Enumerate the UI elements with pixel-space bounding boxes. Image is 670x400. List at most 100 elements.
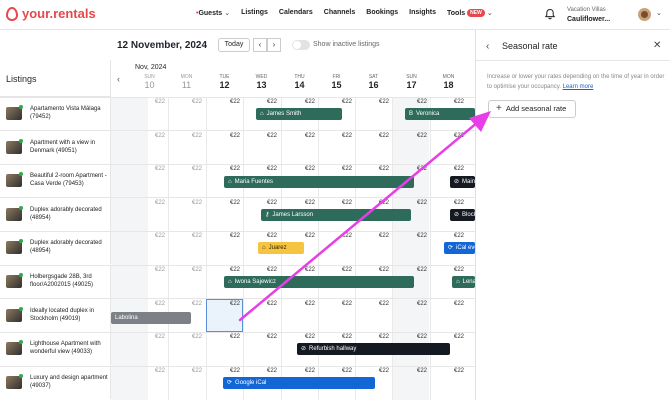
nightly-price[interactable]: €22 (206, 166, 240, 172)
listing-row[interactable]: Ideally located duplex in Stockholm (490… (0, 299, 111, 332)
nightly-price[interactable]: €22 (281, 233, 315, 239)
nightly-price[interactable]: €22 (243, 368, 277, 374)
prev-button[interactable]: ‹ (253, 38, 267, 52)
booking-bar[interactable]: ⊘Block (450, 209, 475, 221)
nightly-price[interactable]: €22 (131, 166, 165, 172)
nightly-price[interactable]: €22 (131, 200, 165, 206)
nightly-price[interactable]: €22 (168, 267, 202, 273)
booking-bar[interactable]: ⌂ Maria Fuentes (224, 176, 414, 188)
nightly-price[interactable]: €22 (206, 267, 240, 273)
next-button[interactable]: › (267, 38, 281, 52)
nightly-price[interactable]: €22 (318, 334, 352, 340)
nightly-price[interactable]: €22 (393, 200, 427, 206)
booking-bar[interactable]: ⌂ James Smith (256, 108, 342, 120)
nightly-price[interactable]: €22 (206, 301, 240, 307)
nightly-price[interactable]: €22 (355, 166, 389, 172)
nightly-price[interactable]: €22 (355, 301, 389, 307)
nightly-price[interactable]: €22 (131, 334, 165, 340)
nightly-price[interactable]: €22 (393, 166, 427, 172)
nightly-price[interactable]: €22 (430, 301, 464, 307)
nightly-price[interactable]: €22 (168, 166, 202, 172)
nightly-price[interactable]: €22 (393, 233, 427, 239)
booking-bar[interactable]: ⊘Maint (450, 176, 475, 188)
nightly-price[interactable]: €22 (243, 334, 277, 340)
nightly-price[interactable]: €22 (318, 233, 352, 239)
nightly-price[interactable]: €22 (281, 267, 315, 273)
nav-channels[interactable]: Channels (324, 9, 356, 17)
nightly-price[interactable]: €22 (131, 133, 165, 139)
nightly-price[interactable]: €22 (206, 200, 240, 206)
nightly-price[interactable]: €22 (281, 301, 315, 307)
nightly-price[interactable]: €22 (281, 166, 315, 172)
chevron-down-icon[interactable]: ⌄ (656, 9, 662, 17)
nightly-price[interactable]: €22 (393, 334, 427, 340)
nightly-price[interactable]: €22 (430, 166, 464, 172)
chevron-left-icon[interactable]: ‹ (117, 74, 120, 84)
booking-bar[interactable]: ⊘ Refurbish hallway (297, 343, 450, 355)
nightly-price[interactable]: €22 (318, 200, 352, 206)
avatar[interactable] (638, 8, 651, 21)
nightly-price[interactable]: €22 (168, 200, 202, 206)
nightly-price[interactable]: €22 (206, 133, 240, 139)
nightly-price[interactable]: €22 (355, 267, 389, 273)
nightly-price[interactable]: €22 (206, 233, 240, 239)
nightly-price[interactable]: €22 (281, 200, 315, 206)
listing-row[interactable]: Apartamento Vista Málaga (79452) (0, 97, 111, 130)
nightly-price[interactable]: €22 (281, 133, 315, 139)
user-menu[interactable]: Vacation Villas Cauliflower... (567, 5, 610, 25)
nightly-price[interactable]: €22 (243, 301, 277, 307)
nightly-price[interactable]: €22 (131, 233, 165, 239)
nightly-price[interactable]: €22 (131, 368, 165, 374)
nightly-price[interactable]: €22 (168, 368, 202, 374)
nightly-price[interactable]: €22 (393, 301, 427, 307)
nightly-price[interactable]: €22 (393, 368, 427, 374)
nightly-price[interactable]: €22 (355, 200, 389, 206)
nightly-price[interactable]: €22 (131, 99, 165, 105)
nightly-price[interactable]: €22 (243, 200, 277, 206)
listing-row[interactable]: Lighthouse Apartment with wonderful view… (0, 332, 111, 365)
nightly-price[interactable]: €22 (430, 334, 464, 340)
nightly-price[interactable]: €22 (318, 166, 352, 172)
listing-row[interactable]: Luxury and design apartment (49037) (0, 366, 111, 399)
booking-bar[interactable]: ⟳ Google iCal (223, 377, 375, 389)
booking-bar[interactable]: ⌂ Juarez (258, 242, 304, 254)
nightly-price[interactable]: €22 (168, 99, 202, 105)
nightly-price[interactable]: €22 (430, 368, 464, 374)
nightly-price[interactable]: €22 (243, 233, 277, 239)
nightly-price[interactable]: €22 (355, 368, 389, 374)
nightly-price[interactable]: €22 (281, 368, 315, 374)
today-button[interactable]: Today (218, 38, 250, 52)
nightly-price[interactable]: €22 (355, 99, 389, 105)
nightly-price[interactable]: €22 (281, 334, 315, 340)
brand-logo[interactable]: your.rentals (6, 6, 96, 21)
nav-calendars[interactable]: Calendars (279, 9, 313, 17)
listing-row[interactable]: Beautiful 2-room Apartment - Casa Verde … (0, 164, 111, 197)
nightly-price[interactable]: €22 (430, 267, 464, 273)
nightly-price[interactable]: €22 (393, 99, 427, 105)
nightly-price[interactable]: €22 (318, 267, 352, 273)
learn-more-link[interactable]: Learn more (563, 84, 594, 90)
nightly-price[interactable]: €22 (355, 334, 389, 340)
nav-tools[interactable]: Tools NEW ⌄ (447, 9, 493, 17)
nightly-price[interactable]: €22 (281, 99, 315, 105)
bell-icon[interactable] (544, 8, 556, 20)
show-inactive-toggle[interactable] (292, 40, 310, 50)
nightly-price[interactable]: €22 (206, 99, 240, 105)
nightly-price[interactable]: €22 (430, 99, 464, 105)
nightly-price[interactable]: €22 (318, 133, 352, 139)
booking-bar[interactable]: Labolina (111, 312, 191, 324)
chevron-down-icon[interactable]: ⌄ (200, 40, 207, 49)
nightly-price[interactable]: €22 (318, 301, 352, 307)
nightly-price[interactable]: €22 (131, 301, 165, 307)
booking-bar[interactable]: ⌂ Iwona Sajewicz (224, 276, 414, 288)
nightly-price[interactable]: €22 (355, 133, 389, 139)
nightly-price[interactable]: €22 (318, 99, 352, 105)
add-seasonal-rate-button[interactable]: + Add seasonal rate (488, 100, 576, 118)
nightly-price[interactable]: €22 (430, 200, 464, 206)
nightly-price[interactable]: €22 (168, 334, 202, 340)
nav-insights[interactable]: Insights (409, 9, 436, 17)
booking-bar[interactable]: ⚷ James Larsson (261, 209, 411, 221)
listing-row[interactable]: Duplex adorably decorated (48954) (0, 198, 111, 231)
nav-guests[interactable]: • Guests ⌄ (196, 9, 230, 17)
nightly-price[interactable]: €22 (430, 133, 464, 139)
